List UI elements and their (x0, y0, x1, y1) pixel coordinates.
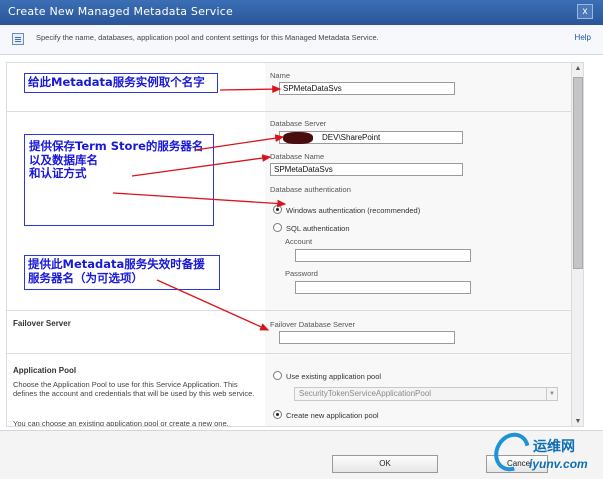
app-pool-description-more: You can choose an existing application p… (13, 419, 229, 427)
failover-server-label: Failover Database Server (270, 320, 356, 329)
sql-auth-option[interactable]: SQL authentication (286, 224, 350, 233)
section-divider (7, 111, 571, 112)
close-icon[interactable]: x (577, 4, 593, 19)
dialog-description: Specify the name, databases, application… (36, 33, 379, 42)
dialog-description-bar: Specify the name, databases, application… (0, 25, 603, 55)
failover-section-title: Failover Server (13, 319, 71, 328)
account-label: Account (285, 237, 313, 246)
name-label: Name (270, 71, 291, 80)
scroll-down-icon[interactable]: ▼ (572, 416, 583, 426)
failover-server-input[interactable] (279, 331, 455, 344)
window-title-bar: Create New Managed Metadata Service x (0, 0, 603, 25)
section-divider (7, 310, 571, 311)
db-server-label: Database Server (270, 119, 327, 128)
account-input[interactable] (295, 249, 471, 262)
vertical-scrollbar[interactable]: ▲ ▼ (571, 63, 583, 426)
info-icon (12, 33, 24, 45)
annotation-database: 提供保存Term Store的服务器名 以及数据库名 和认证方式 (24, 134, 214, 226)
ok-button[interactable]: OK (332, 455, 438, 473)
db-auth-label: Database authentication (270, 185, 351, 194)
site-watermark: 运维网 iyunv.com (487, 426, 599, 478)
scrollbar-thumb[interactable] (573, 77, 583, 269)
app-pool-description: Choose the Application Pool to use for t… (13, 380, 255, 398)
window-title: Create New Managed Metadata Service (8, 5, 233, 18)
existing-pool-select[interactable]: SecurityTokenServiceApplicationPool ▼ (294, 387, 558, 401)
annotation-name: 给此Metadata服务实例取个名字 (24, 73, 218, 93)
section-divider (7, 353, 571, 354)
existing-pool-value: SecurityTokenServiceApplicationPool (299, 389, 432, 398)
scroll-up-icon[interactable]: ▲ (572, 63, 583, 75)
annotation-failover: 提供此Metadata服务失效时备援 服务器名（为可选项） (24, 255, 220, 290)
watermark-text-zh: 运维网 (533, 439, 575, 455)
help-link[interactable]: Help (575, 33, 591, 42)
windows-auth-option[interactable]: Windows authentication (recommended) (286, 206, 420, 215)
db-name-label: Database Name (270, 152, 325, 161)
name-input[interactable]: SPMetaDataSvs (279, 82, 455, 95)
db-name-input[interactable]: SPMetaDataSvs (270, 163, 463, 176)
app-pool-section-title: Application Pool (13, 366, 77, 375)
redaction-mark (283, 132, 313, 144)
windows-auth-radio[interactable] (273, 205, 282, 214)
use-existing-pool-option[interactable]: Use existing application pool (286, 372, 381, 381)
use-existing-pool-radio[interactable] (273, 371, 282, 380)
sql-auth-radio[interactable] (273, 223, 282, 232)
create-new-pool-radio[interactable] (273, 410, 282, 419)
watermark-text-en: iyunv.com (529, 457, 588, 471)
chevron-down-icon[interactable]: ▼ (546, 388, 557, 400)
password-input[interactable] (295, 281, 471, 294)
password-label: Password (285, 269, 318, 278)
create-new-pool-option[interactable]: Create new application pool (286, 411, 379, 420)
